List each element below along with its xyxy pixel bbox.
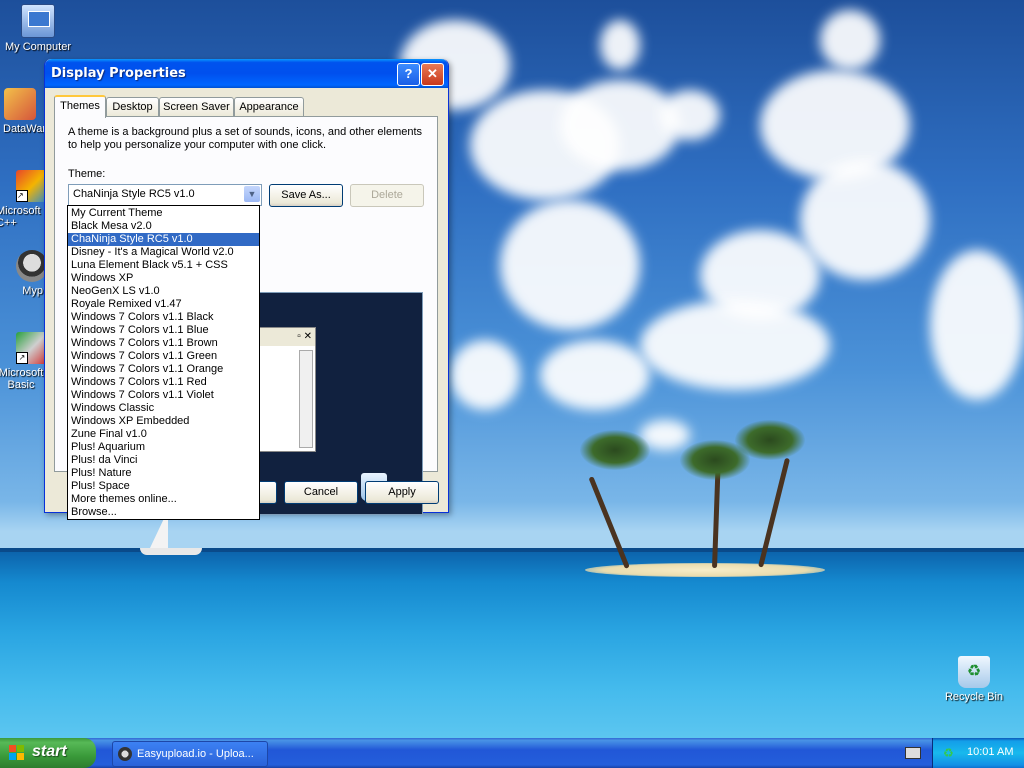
taskbar: start Easyupload.io - Uploa... ♻ 10:01 A… (0, 738, 1024, 768)
windows-logo-icon (9, 745, 25, 761)
tab-themes[interactable]: Themes (54, 95, 106, 118)
theme-option[interactable]: Royale Remixed v1.47 (68, 298, 259, 311)
theme-option[interactable]: Browse... (68, 506, 259, 519)
island (585, 563, 825, 577)
delete-button[interactable]: Delete (350, 184, 424, 207)
theme-option[interactable]: Luna Element Black v5.1 + CSS (68, 259, 259, 272)
help-button[interactable]: ? (397, 63, 420, 86)
desktop-icon-label: My Computer (4, 41, 72, 53)
theme-option[interactable]: Windows 7 Colors v1.1 Blue (68, 324, 259, 337)
taskbar-item-label: Easyupload.io - Uploa... (137, 748, 254, 760)
desktop-icon-label: Microsoft Basic (0, 367, 44, 391)
tab-desktop[interactable]: Desktop (106, 97, 159, 116)
theme-option[interactable]: Windows 7 Colors v1.1 Red (68, 376, 259, 389)
cloud (500, 200, 640, 330)
sea (0, 548, 1024, 738)
theme-option[interactable]: Disney - It's a Magical World v2.0 (68, 246, 259, 259)
cloud (820, 10, 880, 70)
theme-option[interactable]: More themes online... (68, 493, 259, 506)
shortcut-arrow-icon: ↗ (16, 352, 28, 364)
theme-dropdown-list: My Current Theme Black Mesa v2.0 ChaNinja … (67, 205, 260, 520)
desktop-icon-label: Microsoft C++ (0, 205, 41, 229)
cloud (930, 250, 1024, 400)
palm-leaves (735, 420, 805, 460)
cloud (600, 20, 640, 70)
computer-icon (21, 4, 55, 38)
theme-option[interactable]: Windows 7 Colors v1.1 Orange (68, 363, 259, 376)
tab-screen-saver[interactable]: Screen Saver (159, 97, 234, 116)
taskbar-item-easyupload[interactable]: Easyupload.io - Uploa... (112, 741, 268, 767)
theme-option[interactable]: NeoGenX LS v1.0 (68, 285, 259, 298)
theme-option[interactable]: Windows 7 Colors v1.1 Green (68, 350, 259, 363)
keyboard-icon[interactable] (905, 747, 921, 759)
theme-option[interactable]: Plus! Aquarium (68, 441, 259, 454)
theme-option[interactable]: ChaNinja Style RC5 v1.0 (68, 233, 259, 246)
theme-option[interactable]: Plus! Nature (68, 467, 259, 480)
theme-option[interactable]: Windows 7 Colors v1.1 Brown (68, 337, 259, 350)
save-as-button[interactable]: Save As... (269, 184, 343, 207)
desktop-icon-label: Myp (22, 285, 43, 297)
apply-button[interactable]: Apply (365, 481, 439, 504)
system-tray: ♻ 10:01 AM (932, 738, 1024, 768)
theme-select[interactable]: ChaNinja Style RC5 v1.0 ▼ (68, 184, 262, 206)
window-title: Display Properties (51, 66, 186, 81)
preview-scrollbar (299, 350, 313, 448)
preview-window-controls: ▫ ✕ (252, 328, 315, 346)
theme-option[interactable]: Black Mesa v2.0 (68, 220, 259, 233)
application-icon (4, 88, 36, 120)
cloud (660, 90, 720, 140)
theme-option[interactable]: My Current Theme (68, 207, 259, 220)
start-label: start (32, 743, 67, 760)
logo-part (9, 745, 16, 752)
desktop-icon-myp[interactable]: Myp (0, 250, 48, 297)
theme-option[interactable]: Plus! da Vinci (68, 454, 259, 467)
theme-option[interactable]: Plus! Space (68, 480, 259, 493)
desktop-icon-label: Recycle Bin (944, 691, 1004, 703)
start-button[interactable]: start (0, 738, 96, 768)
desktop-icon-my-computer[interactable]: My Computer (0, 4, 76, 53)
theme-description: A theme is a background plus a set of so… (68, 126, 423, 151)
theme-option[interactable]: Zune Final v1.0 (68, 428, 259, 441)
clock[interactable]: 10:01 AM (967, 746, 1013, 758)
cloud (640, 300, 830, 390)
close-button[interactable]: ✕ (421, 63, 444, 86)
cloud (540, 340, 650, 410)
recycle-bin-icon: ♻ (958, 656, 990, 688)
theme-option[interactable]: Windows XP (68, 272, 259, 285)
palm-leaves (580, 430, 650, 470)
theme-select-value: ChaNinja Style RC5 v1.0 (73, 188, 195, 200)
logo-part (17, 745, 24, 752)
raccoon-icon (118, 747, 132, 761)
cloud (800, 160, 930, 280)
desktop-icon-recycle-bin[interactable]: ♻ Recycle Bin (936, 656, 1012, 703)
theme-option[interactable]: Windows Classic (68, 402, 259, 415)
theme-option[interactable]: Windows XP Embedded (68, 415, 259, 428)
title-bar[interactable]: Display Properties ? ✕ (45, 59, 448, 88)
logo-part (17, 753, 24, 760)
shortcut-arrow-icon: ↗ (16, 190, 28, 202)
desktop-icon-datawar[interactable]: DataWar (0, 88, 46, 135)
theme-option[interactable]: Windows 7 Colors v1.1 Black (68, 311, 259, 324)
cancel-button[interactable]: Cancel (284, 481, 358, 504)
logo-part (9, 753, 16, 760)
cloud (450, 340, 520, 410)
preview-window: ▫ ✕ (251, 327, 316, 452)
theme-option[interactable]: Windows 7 Colors v1.1 Violet (68, 389, 259, 402)
chevron-down-icon[interactable]: ▼ (244, 186, 260, 202)
theme-label: Theme: (68, 168, 106, 180)
recycle-tray-icon[interactable]: ♻ (943, 746, 957, 760)
desktop-icon-label: DataWar (3, 123, 46, 135)
desktop-icon-microsoft-basic[interactable]: ↗ Microsoft Basic (0, 332, 48, 391)
tab-appearance[interactable]: Appearance (234, 97, 304, 116)
sailboat-hull (140, 548, 202, 555)
desktop-icon-microsoft-cpp[interactable]: ↗ Microsoft C++ (0, 170, 48, 229)
